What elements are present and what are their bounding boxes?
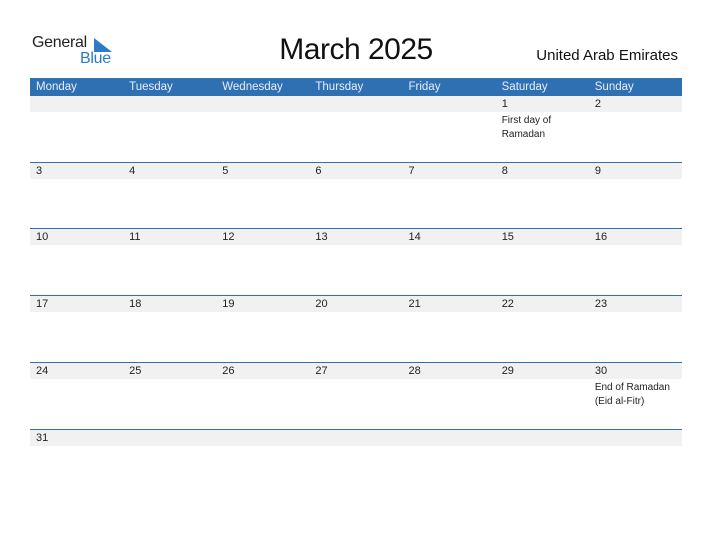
day-number: 11 (129, 231, 141, 244)
day-cell (216, 430, 309, 450)
day-number: 13 (315, 231, 328, 244)
day-number: 6 (315, 164, 322, 177)
day-number: 4 (129, 164, 136, 177)
day-number: 12 (222, 231, 235, 244)
weekday-label: Sunday (594, 81, 634, 93)
day-cell: 30 End of Ramadan (Eid al-Fitr) (589, 363, 682, 430)
weekday-label: Tuesday (129, 81, 173, 93)
day-number: 23 (594, 298, 608, 311)
day-cell: 24 (30, 363, 123, 430)
day-number: 29 (501, 364, 514, 377)
day-cell (403, 430, 496, 450)
day-cell: 4 (123, 163, 216, 230)
day-number: 20 (315, 298, 328, 311)
day-cell: 22 (496, 296, 589, 363)
day-number: 7 (408, 164, 415, 177)
day-number: 8 (501, 164, 508, 177)
calendar-grid: Monday Tuesday Wednesday Thursday Friday… (30, 78, 682, 446)
weekday-label: Wednesday (222, 81, 283, 93)
day-number: 14 (408, 231, 421, 244)
day-cell (309, 430, 402, 450)
day-number: 17 (36, 298, 49, 311)
weekday-label: Monday (36, 81, 77, 93)
week-row: 24 25 26 27 28 29 30 End of Ramadan (Eid al-Fit… (30, 361, 682, 430)
day-cell (309, 96, 402, 163)
week-row: 31 (30, 428, 682, 450)
day-number: 10 (36, 231, 49, 244)
day-number: 24 (36, 364, 49, 377)
day-cell: 25 (123, 363, 216, 430)
day-cell: 19 (216, 296, 309, 363)
day-number: 25 (129, 364, 142, 377)
day-number: 30 (594, 364, 608, 377)
day-cell: 2 (589, 96, 682, 163)
day-cell (123, 430, 216, 450)
day-number: 19 (222, 298, 235, 311)
day-cell: 21 (403, 296, 496, 363)
day-cell: 11 (123, 229, 216, 296)
day-cell: 6 (309, 163, 402, 230)
week-row: 3 4 5 6 7 8 9 (30, 161, 682, 230)
day-number: 3 (36, 164, 43, 177)
day-cell: 31 (30, 430, 123, 450)
day-cell: 13 (309, 229, 402, 296)
day-number: 21 (408, 298, 421, 311)
day-cell: 23 (589, 296, 682, 363)
holiday-event: First day of Ramadan (501, 115, 552, 140)
country-label: United Arab Emirates (536, 47, 678, 64)
day-number: 16 (594, 231, 608, 244)
day-number: 5 (222, 164, 229, 177)
day-cell: 5 (216, 163, 309, 230)
day-number: 27 (315, 364, 328, 377)
day-cell: 15 (496, 229, 589, 296)
day-cell: 10 (30, 229, 123, 296)
day-cell (30, 96, 123, 163)
day-cell (216, 96, 309, 163)
week-row: 10 11 12 13 14 15 16 (30, 228, 682, 296)
weekday-header: Monday Tuesday Wednesday Thursday Friday… (30, 78, 682, 96)
day-cell: 14 (403, 229, 496, 296)
day-number: 28 (408, 364, 421, 377)
day-cell: 18 (123, 296, 216, 363)
day-cell (589, 430, 682, 450)
day-cell: 27 (309, 363, 402, 430)
day-cell: 8 (496, 163, 589, 230)
day-cell: 3 (30, 163, 123, 230)
weekday-label: Thursday (315, 81, 364, 93)
day-number: 22 (501, 298, 514, 311)
day-cell: 26 (216, 363, 309, 430)
day-number: 26 (222, 364, 235, 377)
day-cell: 16 (589, 229, 682, 296)
week-row: 17 18 19 20 21 22 23 (30, 295, 682, 363)
day-cell: 9 (589, 163, 682, 230)
day-number: 1 (501, 98, 508, 110)
day-cell: 20 (309, 296, 402, 363)
day-number: 31 (36, 431, 49, 444)
day-cell: 28 (403, 363, 496, 430)
day-cell: 1 First day of Ramadan (496, 96, 589, 163)
day-number: 9 (594, 164, 601, 177)
weekday-label: Friday (408, 81, 441, 93)
day-cell (123, 96, 216, 163)
weekday-label: Saturday (501, 81, 548, 93)
day-cell (403, 96, 496, 163)
day-cell (496, 430, 589, 450)
day-cell: 7 (403, 163, 496, 230)
day-cell: 12 (216, 229, 309, 296)
day-number: 15 (501, 231, 514, 244)
holiday-event: End of Ramadan (Eid al-Fitr) (594, 381, 670, 407)
week-row: 1 First day of Ramadan 2 (30, 96, 682, 163)
day-number: 18 (129, 298, 142, 311)
day-cell: 29 (496, 363, 589, 430)
day-cell: 17 (30, 296, 123, 363)
day-number: 2 (594, 98, 601, 110)
